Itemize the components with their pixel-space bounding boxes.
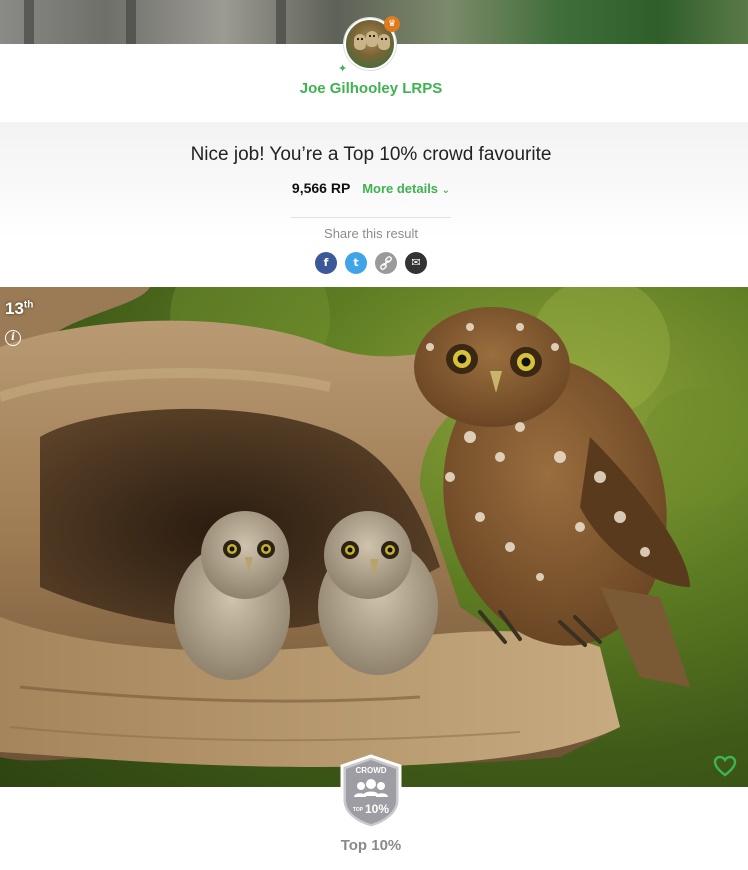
badge-percent-text: 10%	[365, 802, 389, 816]
points-row: 9,566 RP More details ⌄	[0, 180, 742, 196]
link-icon[interactable]	[375, 252, 397, 274]
crowd-badge-icon: CROWD TOP 10%	[340, 754, 402, 830]
twitter-icon[interactable]: t	[345, 252, 367, 274]
owl-photo-illustration	[0, 287, 748, 767]
rank-value: 13	[5, 299, 24, 318]
heart-icon[interactable]	[713, 755, 737, 777]
crowd-top-10-badge[interactable]: CROWD TOP 10%	[336, 754, 406, 830]
avatar-container[interactable]: ♛ ✦	[338, 16, 400, 74]
divider	[291, 217, 451, 218]
link-glyph	[380, 256, 392, 270]
more-details-link[interactable]: More details ⌄	[362, 181, 450, 196]
background-bar	[276, 0, 286, 44]
badge-small-text: TOP	[353, 807, 364, 813]
facebook-icon[interactable]: f	[315, 252, 337, 274]
heart-glyph	[713, 755, 737, 777]
background-bar	[126, 0, 136, 44]
points-value: 9,566 RP	[291, 180, 351, 196]
username-link[interactable]: Joe Gilhooley LRPS	[0, 80, 742, 97]
result-title: Nice job! You’re a Top 10% crowd favouri…	[190, 144, 552, 165]
share-buttons: f t ✉	[315, 252, 427, 274]
badge-label: Top 10%	[340, 837, 402, 854]
crown-icon: ♛	[384, 16, 400, 32]
share-label: Share this result	[324, 226, 418, 241]
background-bar	[24, 0, 34, 44]
rank-number: 13th	[5, 299, 33, 319]
rank-suffix: th	[23, 299, 34, 311]
more-details-label: More details	[362, 181, 439, 196]
email-icon[interactable]: ✉	[405, 252, 427, 274]
owl-photo[interactable]	[0, 287, 748, 787]
chevron-down-icon: ⌄	[441, 185, 451, 196]
badge-top-text: CROWD	[355, 766, 386, 775]
star-icon: ✦	[338, 62, 348, 75]
info-icon[interactable]: i	[5, 330, 21, 346]
